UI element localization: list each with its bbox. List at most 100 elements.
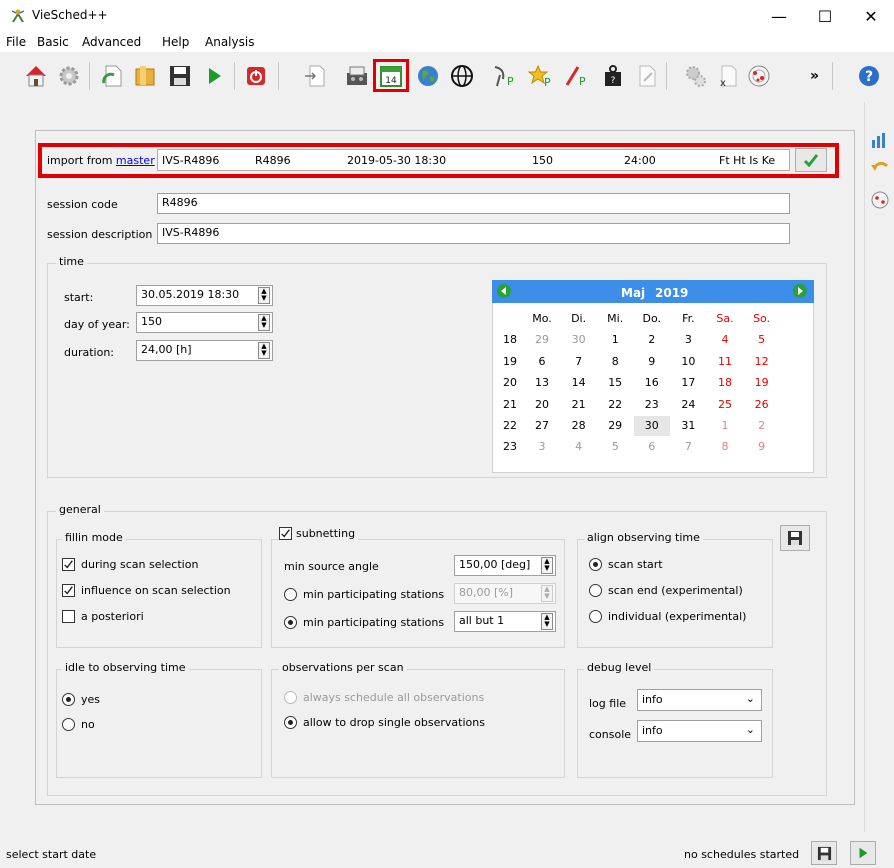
min-source-angle-input[interactable]: 150,00 [deg] ▲ ▼ (454, 555, 556, 576)
station-antenna-icon[interactable]: P (490, 62, 518, 90)
calendar-day[interactable]: 11 (707, 352, 743, 372)
help-icon[interactable]: ? (855, 62, 883, 90)
influence-scan-selection-checkbox[interactable]: influence on scan selection (62, 584, 231, 597)
calendar-day[interactable]: 4 (561, 437, 597, 457)
import-fields-box[interactable] (157, 149, 790, 171)
calendar-day[interactable]: 8 (707, 437, 743, 457)
calendar-day[interactable]: 9 (634, 352, 670, 372)
subnetting-checkbox[interactable]: subnetting (279, 527, 359, 540)
day-of-year-spinner[interactable]: ▲ ▼ (258, 314, 270, 331)
calendar-day[interactable]: 13 (524, 373, 560, 393)
day-of-year-input[interactable]: 150 ▲ ▼ (136, 312, 273, 333)
calendar-icon[interactable]: 14 (377, 62, 405, 90)
calendar-day[interactable]: 12 (744, 352, 780, 372)
calendar-day[interactable]: 17 (670, 373, 706, 393)
calendar-day[interactable]: 30 (561, 330, 597, 350)
maximize-button[interactable]: ☐ (802, 0, 848, 32)
min-participating-stations-input[interactable]: all but 1 ▲ ▼ (454, 611, 556, 632)
calendar-day[interactable]: 9 (744, 437, 780, 457)
align-individual-radio[interactable]: individual (experimental) (589, 610, 746, 623)
calendar-day[interactable]: 21 (561, 395, 597, 415)
calendar-day[interactable]: 27 (524, 416, 560, 436)
calendar-year[interactable]: 2019 (655, 286, 688, 300)
idle-yes-radio[interactable]: yes (62, 693, 100, 706)
menu-analysis[interactable]: Analysis (205, 35, 254, 49)
calendar-day[interactable]: 1 (597, 330, 633, 350)
calendar-day[interactable]: 2 (634, 330, 670, 350)
toolbar-overflow-button[interactable]: » (810, 68, 819, 84)
calendar-day[interactable]: 7 (670, 437, 706, 457)
min-participating-percent-spinner[interactable]: ▲ ▼ (541, 585, 553, 602)
prev-month-icon[interactable] (496, 283, 512, 299)
min-participating-percent-radio[interactable]: min participating stations (284, 588, 444, 601)
gears-icon[interactable] (682, 62, 710, 90)
calendar-day[interactable]: 25 (707, 395, 743, 415)
sky-coverage-icon[interactable] (745, 62, 773, 90)
calendar-day[interactable]: 31 (670, 416, 706, 436)
always-schedule-all-radio[interactable]: always schedule all observations (284, 691, 484, 704)
duration-input[interactable]: 24,00 [h] ▲ ▼ (136, 340, 273, 361)
minimize-button[interactable]: — (756, 0, 802, 32)
calendar-day[interactable]: 6 (634, 437, 670, 457)
undo-arrow-icon[interactable] (870, 158, 890, 176)
session-description-input[interactable]: IVS-R4896 (157, 223, 790, 244)
calendar-day[interactable]: 23 (634, 395, 670, 415)
min-participating-stations-radio[interactable]: min participating stations (284, 616, 444, 629)
calendar-day[interactable]: 30 (633, 416, 670, 436)
open-folder-icon[interactable] (131, 62, 159, 90)
calendar-day[interactable]: 18 (707, 373, 743, 393)
calendar-day[interactable]: 7 (561, 352, 597, 372)
a-posteriori-checkbox[interactable]: a posteriori (62, 610, 144, 623)
calendar-day[interactable]: 2 (744, 416, 780, 436)
calendar-day[interactable]: 1 (707, 416, 743, 436)
calendar-day[interactable]: 3 (670, 330, 706, 350)
globe-grid-icon[interactable] (448, 62, 476, 90)
power-off-icon[interactable] (242, 62, 270, 90)
calendar-day[interactable]: 29 (524, 330, 560, 350)
import-confirm-button[interactable] (795, 148, 827, 172)
idle-no-radio[interactable]: no (62, 718, 95, 731)
start-spinner[interactable]: ▲ ▼ (258, 287, 270, 304)
edit-document-icon[interactable] (633, 62, 661, 90)
calendar-day[interactable]: 8 (597, 352, 633, 372)
general-save-button[interactable] (780, 525, 810, 551)
home-icon[interactable] (22, 62, 50, 90)
calendar-day[interactable]: 28 (561, 416, 597, 436)
menu-basic[interactable]: Basic (37, 35, 69, 49)
console-select[interactable]: info ⌄ (637, 720, 762, 742)
calendar-day[interactable]: 6 (524, 352, 560, 372)
calendar-day[interactable]: 14 (561, 373, 597, 393)
settings-gear-icon[interactable] (55, 62, 83, 90)
duration-spinner[interactable]: ▲ ▼ (258, 342, 270, 359)
menu-advanced[interactable]: Advanced (82, 35, 141, 49)
database-tape-icon[interactable] (343, 62, 371, 90)
weight-icon[interactable]: ? (599, 62, 627, 90)
status-run-button[interactable] (850, 841, 876, 865)
sky-plot-icon[interactable] (870, 190, 890, 210)
calendar-month[interactable]: Maj (621, 286, 645, 300)
globe-green-icon[interactable] (414, 62, 442, 90)
calendar-day[interactable]: 16 (634, 373, 670, 393)
run-play-icon[interactable] (200, 62, 228, 90)
calendar-day[interactable]: 5 (597, 437, 633, 457)
min-participating-stations-spinner[interactable]: ▲ ▼ (541, 613, 553, 630)
min-participating-percent-input[interactable]: 80,00 [%] ▲ ▼ (454, 583, 556, 604)
align-scan-start-radio[interactable]: scan start (589, 558, 663, 571)
calendar-day[interactable]: 20 (524, 395, 560, 415)
next-month-icon[interactable] (792, 283, 808, 299)
log-file-select[interactable]: info ⌄ (637, 689, 762, 711)
calendar-day[interactable]: 3 (524, 437, 560, 457)
calendar-day[interactable]: 4 (707, 330, 743, 350)
calendar-day[interactable]: 29 (597, 416, 633, 436)
calendar-day[interactable]: 19 (744, 373, 780, 393)
calendar-day[interactable]: 26 (744, 395, 780, 415)
import-document-icon[interactable] (301, 62, 329, 90)
allow-drop-single-radio[interactable]: allow to drop single observations (284, 716, 485, 729)
status-save-button[interactable] (811, 841, 837, 865)
during-scan-selection-checkbox[interactable]: during scan selection (62, 558, 198, 571)
calendar-day[interactable]: 22 (597, 395, 633, 415)
start-datetime-input[interactable]: 30.05.2019 18:30 ▲ ▼ (136, 285, 273, 306)
baseline-icon[interactable]: P (563, 62, 591, 90)
close-button[interactable]: ✕ (848, 0, 894, 32)
chart-bars-icon[interactable] (870, 132, 890, 148)
